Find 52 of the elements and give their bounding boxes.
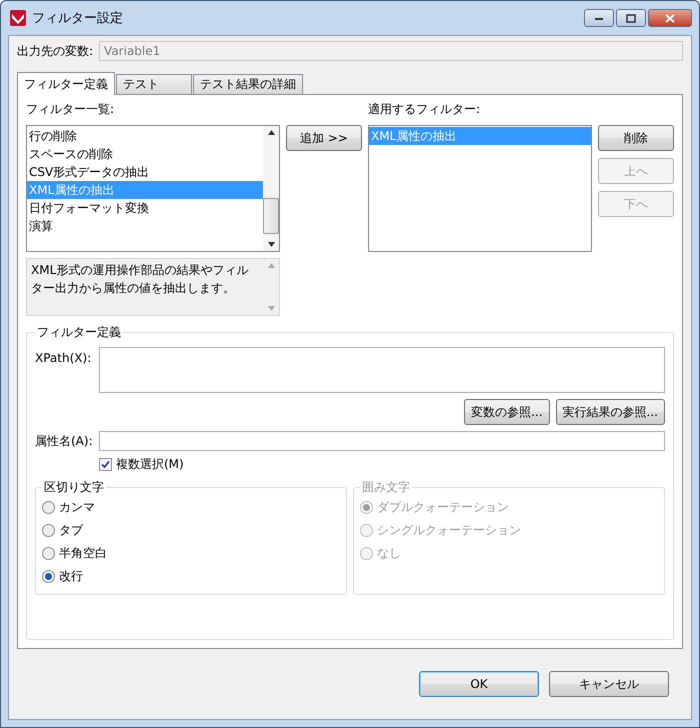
xpath-field[interactable] (99, 347, 665, 393)
field-label: 属性名(A): (35, 432, 93, 450)
minimize-icon (594, 15, 604, 21)
radio-label: なし (377, 545, 401, 562)
scroll-thumb[interactable] (263, 198, 279, 234)
add-button[interactable]: 追加 >> (286, 125, 362, 151)
list-item[interactable]: スペースの削除 (27, 145, 263, 163)
scroll-down-icon (268, 242, 274, 247)
minimize-button[interactable] (584, 9, 614, 27)
radio-label: ダブルクォーテーション (377, 499, 509, 516)
radio-button[interactable] (42, 547, 55, 560)
dialog-button[interactable]: キャンセル (549, 671, 669, 697)
radio-label: 半角空白 (59, 545, 107, 562)
radio-button[interactable] (42, 501, 55, 514)
radio-button[interactable] (42, 570, 55, 583)
scroll-up-icon (268, 130, 274, 135)
tab[interactable]: フィルター定義 (17, 72, 115, 95)
app-icon (10, 10, 26, 26)
field-label: 出力先の変数: (17, 42, 94, 60)
scroll-down-icon (268, 306, 274, 311)
radio-label: タブ (59, 522, 83, 539)
scrollbar[interactable] (263, 126, 279, 251)
group-title: フィルター定義 (36, 324, 122, 341)
radio-label: カンマ (59, 499, 95, 516)
description-text: XML形式の運用操作部品の結果やフィルター出力から属性の値を抽出します。 (30, 262, 250, 297)
tab[interactable]: テスト (116, 74, 192, 94)
group-title: 囲み文字 (361, 479, 411, 496)
close-button[interactable] (648, 9, 692, 27)
browse-button[interactable]: 実行結果の参照... (556, 399, 665, 425)
list-item[interactable]: 日付フォーマット変換 (27, 199, 263, 217)
maximize-button[interactable] (616, 9, 646, 27)
radio-label: シングルクォーテーション (377, 522, 521, 539)
browse-button[interactable]: 変数の参照... (464, 399, 550, 425)
window-title: フィルター設定 (32, 10, 123, 27)
list-button[interactable]: 削除 (598, 125, 674, 151)
checkbox-label: 複数選択(M) (116, 456, 184, 473)
tab[interactable]: テスト結果の詳細 (193, 74, 303, 94)
attribute-field[interactable] (99, 431, 665, 451)
dialog-button[interactable]: OK (419, 671, 539, 697)
maximize-icon (626, 14, 636, 22)
list-item[interactable]: CSV形式データの抽出 (27, 163, 263, 181)
radio-label: 改行 (59, 568, 83, 585)
field-label: XPath(X): (35, 350, 92, 367)
scroll-up-icon (268, 263, 274, 268)
radio-button[interactable] (42, 524, 55, 537)
checkbox[interactable] (99, 458, 112, 471)
list-label: 適用するフィルター: (368, 101, 482, 118)
close-icon (665, 14, 675, 22)
list-label: フィルター一覧: (26, 101, 116, 118)
group-title: 区切り文字 (43, 479, 105, 496)
list-item[interactable]: 演算 (27, 217, 263, 235)
list-item[interactable]: 行の削除 (27, 127, 263, 145)
